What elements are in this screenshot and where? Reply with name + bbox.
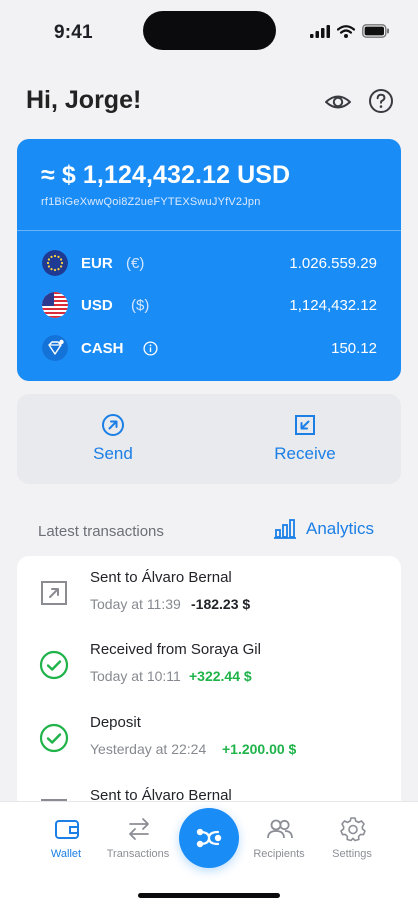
transaction-amount: +322.44 $ (189, 668, 252, 684)
currency-amount: 1.026.559.29 (289, 255, 377, 272)
send-button[interactable]: Send (17, 394, 209, 484)
tab-label: Settings (332, 848, 372, 860)
currency-amount: 150.12 (331, 340, 377, 357)
status-icons (310, 24, 390, 38)
transaction-date: Yesterday at 22:24 (90, 741, 207, 757)
gear-icon (340, 817, 366, 842)
transaction-date: Today at 10:11 (90, 668, 181, 684)
tab-label: Recipients (253, 848, 305, 860)
receive-label: Receive (274, 444, 336, 463)
people-icon (267, 819, 293, 839)
send-arrow-icon (102, 414, 124, 436)
eye-icon[interactable] (324, 88, 352, 116)
check-circle-icon (39, 650, 69, 680)
transaction-row[interactable]: Deposit Yesterday at 22:24 +1.200.00 $ (17, 701, 401, 769)
check-circle-icon (39, 723, 69, 753)
ripple-logo-button[interactable] (179, 808, 239, 868)
quick-actions: Send Receive (17, 394, 401, 484)
home-indicator (138, 893, 280, 898)
tab-label: Transactions (106, 848, 170, 860)
header: Hi, Jorge! (26, 86, 394, 120)
transaction-date: Today at 11:39 (90, 596, 181, 612)
us-flag-icon (42, 292, 68, 318)
cash-diamond-icon (42, 335, 68, 361)
info-icon[interactable] (143, 341, 158, 356)
ripple-logo-icon (196, 828, 222, 848)
analytics-link[interactable]: Analytics (274, 516, 374, 542)
receive-arrow-icon (295, 415, 315, 435)
greeting-title: Hi, Jorge! (26, 86, 142, 114)
status-bar: 9:41 (0, 0, 418, 62)
wifi-icon (337, 24, 355, 38)
currency-row-usd[interactable]: USD ($) 1,124,432.12 (41, 292, 377, 320)
transaction-amount: -182.23 $ (191, 596, 251, 612)
currency-row-eur[interactable]: EUR (€) 1.026.559.29 (41, 250, 377, 278)
eu-flag-icon (42, 250, 68, 276)
transaction-title: Deposit (90, 714, 141, 731)
balance-card[interactable]: ≈ $ 1,124,432.12 USD rf1BiGeXwwQoi8Z2ueF… (17, 139, 401, 381)
transaction-row[interactable]: Received from Soraya Gil Today at 10:11 … (17, 628, 401, 696)
currency-code: USD (81, 297, 113, 314)
battery-icon (362, 24, 389, 38)
currency-symbol: (€) (126, 255, 145, 272)
swap-arrows-icon (129, 818, 149, 840)
transactions-list: Sent to Álvaro Bernal Today at 11:39 -18… (17, 556, 401, 816)
signal-icon (310, 24, 330, 38)
tab-settings[interactable]: Settings (310, 814, 394, 868)
total-balance: ≈ $ 1,124,432.12 USD (41, 161, 291, 189)
currency-row-cash[interactable]: CASH 150.12 (41, 335, 377, 363)
transaction-amount: +1.200.00 $ (222, 741, 297, 757)
dynamic-island (143, 11, 276, 50)
tab-recipients[interactable]: Recipients (237, 814, 321, 868)
currency-symbol: ($) (131, 297, 150, 314)
receive-button[interactable]: Receive (209, 394, 401, 484)
help-icon[interactable] (368, 88, 394, 114)
tab-transactions[interactable]: Transactions (96, 814, 180, 868)
bar-chart-icon (274, 519, 296, 539)
tab-bar: Wallet Transactions Recipients Settings (0, 801, 418, 906)
currency-code: CASH (81, 340, 124, 357)
transaction-row[interactable]: Sent to Álvaro Bernal Today at 11:39 -18… (17, 556, 401, 624)
currency-code: EUR (81, 255, 113, 272)
transaction-title: Received from Soraya Gil (90, 641, 261, 658)
arrow-up-right-icon (41, 581, 67, 605)
wallet-icon (55, 820, 79, 839)
wallet-address[interactable]: rf1BiGeXwwQoi8Z2ueFYTEXSwuJYfV2Jpn (41, 196, 261, 208)
analytics-label: Analytics (306, 519, 375, 538)
currency-amount: 1,124,432.12 (289, 297, 377, 314)
card-divider (17, 230, 401, 231)
send-label: Send (93, 444, 133, 463)
transaction-title: Sent to Álvaro Bernal (90, 569, 232, 586)
latest-transactions-heading: Latest transactions (38, 523, 164, 540)
status-time: 9:41 (54, 22, 93, 43)
